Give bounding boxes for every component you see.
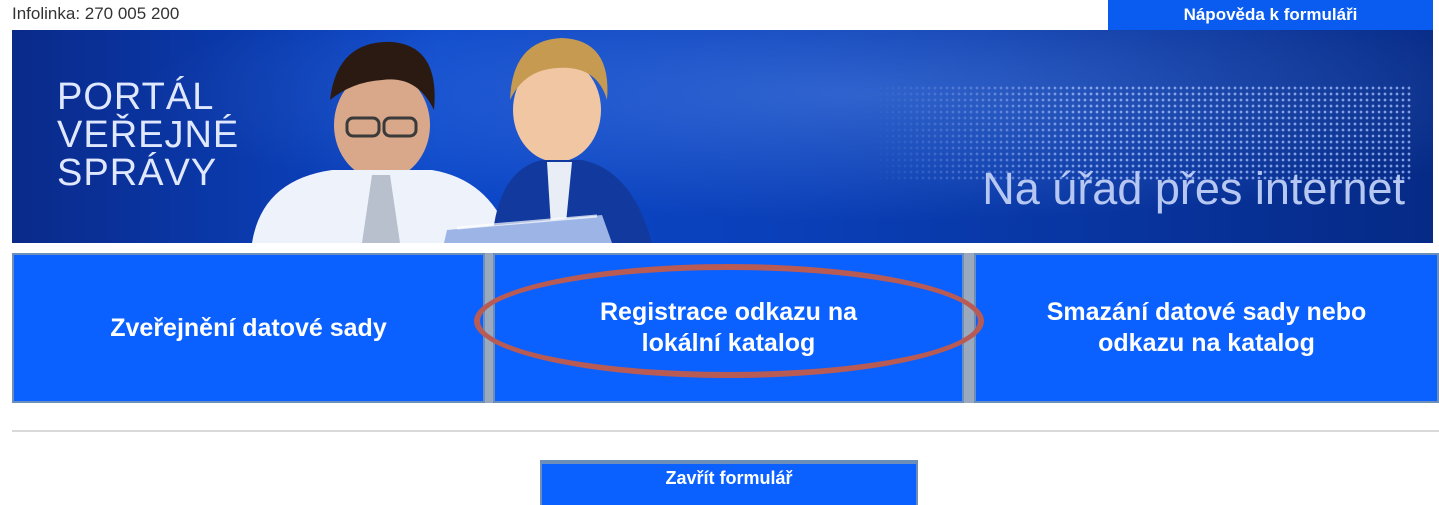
- register-catalog-link-button[interactable]: Registrace odkazu na lokální katalog: [493, 253, 964, 403]
- portal-title: PORTÁL VEŘEJNÉ SPRÁVY: [57, 78, 239, 192]
- tile-label-line: Zveřejnění datové sady: [110, 313, 387, 342]
- portal-title-line: VEŘEJNÉ: [57, 114, 240, 156]
- tile-separator: [964, 253, 974, 403]
- divider: [12, 430, 1439, 432]
- action-tiles: Zveřejnění datové sady Registrace odkazu…: [12, 253, 1439, 403]
- portal-title-line: SPRÁVY: [57, 152, 218, 194]
- tile-label-line: Smazání datové sady nebo: [1046, 298, 1367, 326]
- delete-dataset-button[interactable]: Smazání datové sady nebo odkazu na katal…: [974, 253, 1439, 403]
- portal-banner: PORTÁL VEŘEJNÉ SPRÁVY Na úřad přes inter…: [12, 30, 1433, 243]
- infoline-text: Infolinka: 270 005 200: [12, 4, 180, 23]
- tile-label-line: lokální katalog: [641, 329, 816, 357]
- close-form-button[interactable]: Zavřít formulář: [540, 460, 918, 505]
- page: Infolinka: 270 005 200 Nápověda k formul…: [0, 0, 1439, 505]
- publish-dataset-button[interactable]: Zveřejnění datové sady: [12, 253, 485, 403]
- tile-label-line: Registrace odkazu na: [599, 298, 858, 326]
- people-illustration: [252, 38, 652, 243]
- form-help-button[interactable]: Nápověda k formuláři: [1108, 0, 1433, 30]
- tile-label-line: odkazu na katalog: [1098, 329, 1315, 357]
- banner-slogan: Na úřad přes internet: [982, 163, 1405, 214]
- tile-separator: [485, 253, 493, 403]
- portal-title-line: PORTÁL: [57, 76, 215, 118]
